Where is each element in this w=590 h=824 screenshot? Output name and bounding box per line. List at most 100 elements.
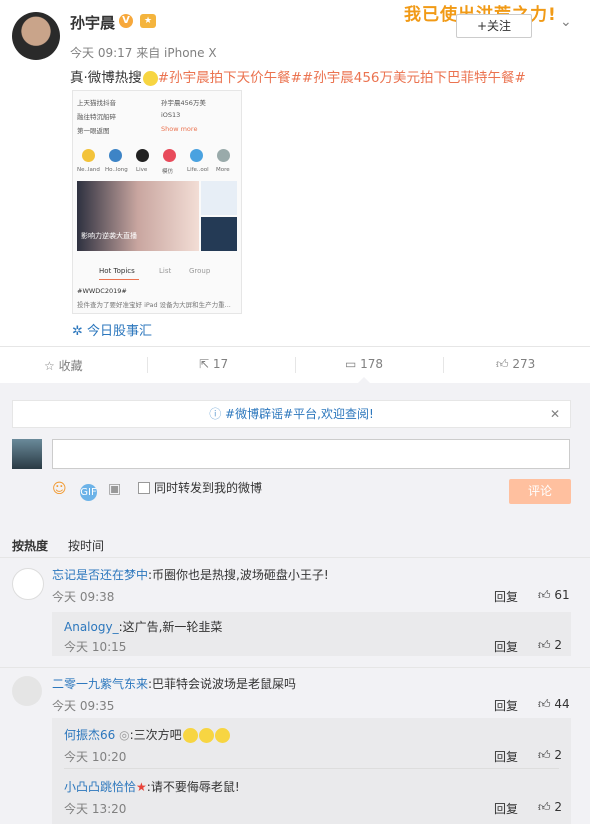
commenter-name[interactable]: 二零一九紫气东来 — [52, 677, 148, 691]
reply-text: :三次方吧 — [129, 728, 182, 742]
divider — [147, 357, 148, 373]
like-button[interactable]: 👍︎ 273 — [496, 357, 535, 372]
app-icon-label: Ne..land — [77, 167, 100, 173]
replier-name[interactable]: Analogy_ — [64, 620, 119, 634]
divider — [443, 357, 444, 373]
app-icon — [136, 149, 149, 162]
sort-by-hot-tab[interactable]: 按热度 — [12, 537, 48, 554]
reply-text: :请不要侮辱老鼠! — [146, 780, 240, 794]
replier-name[interactable]: 何振杰66 — [64, 728, 115, 742]
medal-icon: ◎ — [115, 728, 130, 742]
thumb-tab-underline — [99, 279, 139, 280]
divider — [295, 357, 296, 373]
reply-like-button[interactable]: 👍︎ 2 — [538, 638, 562, 653]
thumb-tab: Hot Topics — [99, 267, 135, 275]
thumb-tab: Group — [189, 267, 211, 275]
submit-comment-button[interactable]: 评论 — [509, 479, 571, 504]
comment-like-button[interactable]: 👍︎ 44 — [538, 697, 570, 712]
reply-body: 小凸凸跳恰恰★:请不要侮辱老鼠! — [64, 778, 240, 795]
commenter-name[interactable]: 忘记是否还在梦中 — [52, 568, 148, 582]
weibo-post: 孙宇晨 V ★ 我已使出洪荒之力! 今天 09:17 来自 iPhone X +… — [0, 0, 590, 346]
forward-count: 17 — [212, 357, 229, 371]
emoji-icon — [198, 728, 214, 743]
thumb-row: 融往特沉船碎 — [77, 113, 116, 121]
post-text: 真·微博热搜 #孙宇晨拍下天价午餐##孙宇晨456万美元拍下巴菲特午餐# — [70, 66, 526, 86]
close-icon[interactable]: ✕ — [550, 401, 560, 427]
thumbs-up-icon: 👍︎ — [538, 697, 555, 711]
forward-icon: ⇱ — [199, 357, 213, 371]
comment-text: :币圈你也是热搜,波场砸盘小王子! — [148, 568, 329, 582]
reply-button[interactable]: 回复 — [494, 588, 518, 605]
follow-button[interactable]: +关注 — [456, 14, 532, 38]
app-icon — [82, 149, 95, 162]
forward-button[interactable]: ⇱ 17 — [199, 357, 228, 371]
favorite-label: 收藏 — [58, 359, 83, 373]
reply-button[interactable]: 回复 — [494, 697, 518, 714]
reply-time: 今天 13:20 — [64, 802, 127, 816]
comment-time: 今天 09:35 — [52, 699, 115, 713]
divider — [0, 667, 590, 668]
divider — [64, 768, 559, 769]
chevron-down-icon[interactable]: ⌄ — [560, 14, 572, 30]
thumbs-up-icon: 👍︎ — [538, 748, 555, 762]
thumb-topic: #WWDC2019# — [77, 287, 127, 295]
app-icon — [217, 149, 230, 162]
attachment-label: 今日股事汇 — [87, 324, 153, 339]
user-avatar — [12, 439, 42, 469]
vip-badge-icon: ★ — [140, 14, 156, 28]
reply-like-button[interactable]: 👍︎ 2 — [538, 748, 562, 763]
emoji-icon — [182, 728, 198, 743]
forward-label: 同时转发到我的微博 — [154, 481, 263, 495]
thumb-row: 孙宇晨456万美 — [161, 99, 206, 107]
app-icon-label: Ho..long — [105, 167, 128, 173]
thumbs-up-icon: 👍︎ — [538, 638, 555, 652]
hero-caption: 影响力逆袭大直播 — [81, 232, 137, 240]
post-image-thumbnail[interactable]: 上天猫找抖音 融往特沉船碎 第一眼返图 孙宇晨456万美 iOS13 Show … — [72, 90, 242, 314]
comment-input[interactable] — [52, 439, 570, 469]
reply-text: :这广告,新一轮韭菜 — [118, 620, 223, 634]
thumb-row: 第一眼返图 — [77, 127, 110, 135]
sort-by-time-tab[interactable]: 按时间 — [68, 537, 104, 554]
emoji-icon[interactable]: ☺ — [52, 481, 67, 497]
replier-name[interactable]: 小凸凸跳恰恰 — [64, 780, 136, 794]
reply-button[interactable]: 回复 — [494, 748, 518, 765]
post-timestamp[interactable]: 今天 09:17 来自 iPhone X — [70, 44, 217, 61]
favorite-button[interactable]: ☆ 收藏 — [44, 357, 83, 374]
reply-body: 何振杰66 ◎:三次方吧 — [64, 726, 230, 743]
thumb-row: iOS13 — [161, 111, 181, 119]
commenter-avatar[interactable] — [12, 676, 42, 706]
reply-like-count: 2 — [554, 638, 562, 652]
reply-button[interactable]: 回复 — [494, 800, 518, 817]
hashtag-link[interactable]: #孙宇晨拍下天价午餐# — [158, 70, 302, 86]
attachment-link[interactable]: ✲ 今日股事汇 — [72, 320, 152, 339]
side-card — [201, 217, 237, 251]
reply-button[interactable]: 回复 — [494, 638, 518, 655]
comment-like-count: 44 — [554, 697, 570, 711]
app-icon-label: Life..ool — [187, 167, 209, 173]
hashtag-link[interactable]: #孙宇晨456万美元拍下巴菲特午餐# — [302, 70, 526, 86]
image-icon[interactable]: ▣ — [108, 481, 121, 497]
author-name[interactable]: 孙宇晨 — [70, 12, 115, 33]
thumbs-up-icon: 👍︎ — [496, 357, 513, 371]
author-avatar[interactable] — [12, 12, 60, 60]
reply-list: 何振杰66 ◎:三次方吧 今天 10:20 回复 👍︎ 2 小凸凸跳恰恰★:请不… — [52, 718, 571, 824]
comment-button[interactable]: ▭ 178 — [345, 357, 383, 371]
like-count: 273 — [512, 357, 536, 371]
comment-time: 今天 09:38 — [52, 590, 115, 604]
comment-like-button[interactable]: 👍︎ 61 — [538, 588, 570, 603]
reply-like-button[interactable]: 👍︎ 2 — [538, 800, 562, 815]
app-icon — [109, 149, 122, 162]
notice-text[interactable]: #微博辟谣#平台,欢迎查阅! — [225, 407, 374, 421]
forward-checkbox[interactable] — [138, 482, 150, 494]
comment-like-count: 61 — [554, 588, 570, 602]
app-icon — [163, 149, 176, 162]
commenter-avatar[interactable] — [12, 568, 44, 600]
reply-like-count: 2 — [554, 800, 562, 814]
snowflake-icon: ✲ — [72, 324, 88, 339]
gif-icon[interactable]: GIF — [80, 484, 97, 501]
post-text-prefix: 真·微博热搜 — [70, 70, 142, 86]
notice-banner[interactable]: ⓘ #微博辟谣#平台,欢迎查阅! ✕ — [12, 400, 571, 428]
side-card — [201, 181, 237, 215]
divider — [0, 557, 590, 558]
reply-body: Analogy_:这广告,新一轮韭菜 — [64, 618, 222, 635]
